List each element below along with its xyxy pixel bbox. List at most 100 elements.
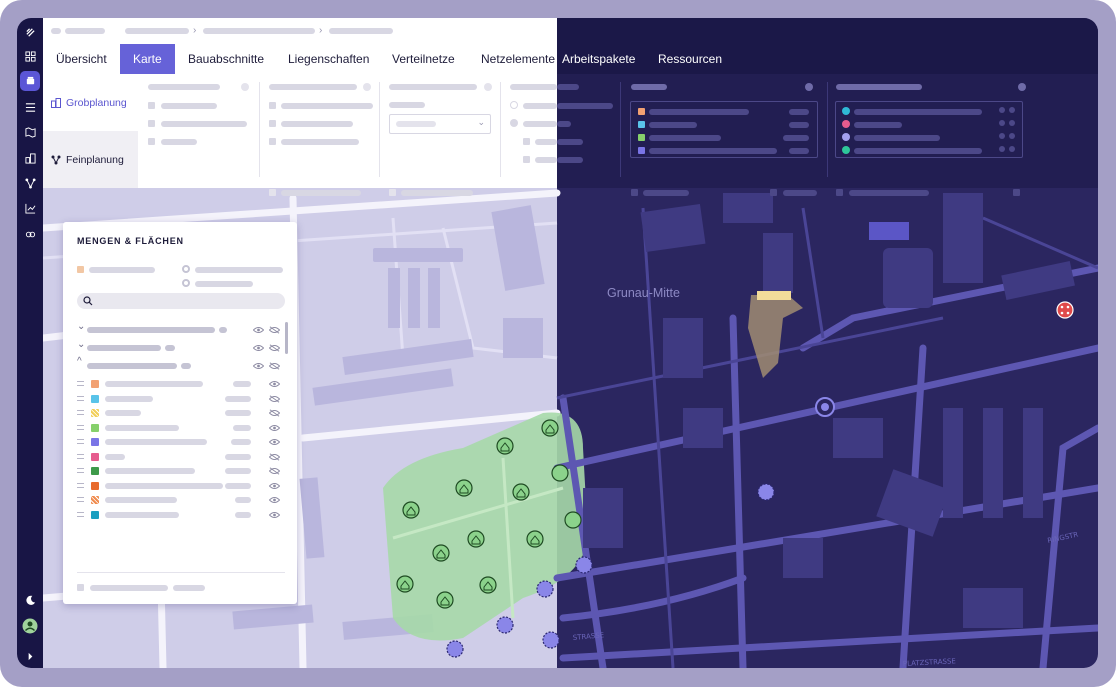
add-icon[interactable] — [1013, 189, 1020, 196]
panel-option[interactable] — [90, 585, 168, 591]
logo-icon[interactable] — [20, 22, 40, 42]
drag-handle-icon[interactable] — [77, 482, 84, 488]
ribbon-option-dark[interactable] — [557, 157, 583, 163]
layer-row[interactable] — [77, 479, 291, 493]
panel-checkbox[interactable] — [77, 266, 84, 273]
panel-scrollbar[interactable] — [285, 322, 288, 354]
panel-checkbox[interactable] — [77, 584, 84, 591]
tab-liegenschaften[interactable]: Liegenschaften — [288, 44, 369, 74]
ribbon-option[interactable] — [161, 103, 217, 109]
moon-icon[interactable] — [20, 590, 40, 610]
eye-icon[interactable] — [269, 380, 280, 388]
layer-row[interactable] — [77, 464, 291, 478]
ribbon-tool-icon[interactable] — [148, 138, 155, 145]
drag-handle-icon[interactable] — [77, 395, 84, 401]
ribbon-option[interactable] — [401, 190, 473, 196]
breadcrumb-item[interactable] — [203, 28, 315, 34]
ribbon-option[interactable] — [643, 190, 689, 196]
avatar-icon[interactable] — [20, 616, 40, 636]
ribbon-option[interactable] — [161, 121, 247, 127]
ribbon-select[interactable]: ⌄ — [389, 114, 491, 134]
ribbon-info-icon[interactable] — [241, 83, 249, 91]
eye-icon[interactable] — [253, 344, 264, 352]
drag-handle-icon[interactable] — [77, 439, 84, 444]
ribbon-option[interactable] — [523, 103, 557, 109]
ribbon-option[interactable] — [849, 190, 929, 196]
ribbon-info-icon[interactable] — [363, 83, 371, 91]
eye-icon[interactable] — [269, 424, 280, 432]
eye-off-icon[interactable] — [269, 326, 280, 334]
ribbon-option-dark[interactable] — [557, 139, 583, 145]
breadcrumb-item[interactable] — [329, 28, 393, 34]
eye-icon[interactable] — [269, 496, 280, 504]
buildings-icon[interactable] — [20, 148, 40, 168]
layer-row[interactable] — [77, 406, 291, 420]
ribbon-option-dark[interactable] — [557, 103, 613, 109]
ribbon-info-icon[interactable] — [805, 83, 813, 91]
breadcrumb-project[interactable] — [65, 28, 105, 34]
breadcrumb-item[interactable] — [125, 28, 189, 34]
map-icon[interactable] — [20, 122, 40, 142]
list-icon[interactable] — [20, 97, 40, 117]
ribbon-tool-icon[interactable] — [631, 189, 638, 196]
ribbon-checkbox[interactable] — [269, 138, 276, 145]
drag-handle-icon[interactable] — [77, 497, 84, 502]
ribbon-tool-icon[interactable] — [836, 189, 843, 196]
ribbon-option[interactable] — [161, 139, 197, 145]
layer-row[interactable] — [77, 377, 291, 391]
tab-verteilnetze[interactable]: Verteilnetze — [392, 44, 455, 74]
tab-uebersicht[interactable]: Übersicht — [56, 44, 107, 74]
ribbon-option[interactable] — [281, 103, 373, 109]
group-row[interactable]: ⌄ — [77, 321, 291, 337]
drag-handle-icon[interactable] — [77, 381, 84, 386]
ribbon-option[interactable] — [535, 157, 557, 163]
panel-option[interactable] — [195, 267, 283, 273]
panel-option[interactable] — [89, 267, 155, 273]
ribbon-info-icon[interactable] — [484, 83, 492, 91]
drag-handle-icon[interactable] — [77, 410, 84, 415]
add-icon[interactable] — [770, 189, 777, 196]
eye-icon[interactable] — [253, 326, 264, 334]
ribbon-option[interactable] — [783, 190, 817, 196]
ribbon-option[interactable] — [535, 139, 557, 145]
tab-arbeitspakete[interactable]: Arbeitspakete — [562, 44, 635, 74]
drag-handle-icon[interactable] — [77, 511, 84, 517]
ribbon-tool-icon[interactable] — [269, 102, 276, 109]
ribbon-checkbox[interactable] — [269, 120, 276, 127]
ribbon-option[interactable] — [281, 190, 361, 196]
panel-radio[interactable] — [182, 279, 190, 287]
network-icon[interactable] — [20, 173, 40, 193]
ribbon-checkbox[interactable] — [523, 138, 530, 145]
drag-handle-icon[interactable] — [77, 424, 84, 430]
eye-off-icon[interactable] — [269, 467, 280, 475]
eye-icon[interactable] — [253, 362, 264, 370]
ribbon-info-icon[interactable] — [1018, 83, 1026, 91]
layer-row[interactable] — [77, 508, 291, 522]
ribbon-checkbox[interactable] — [523, 156, 530, 163]
layer-row[interactable] — [77, 493, 291, 507]
eye-off-icon[interactable] — [269, 409, 280, 417]
group-row[interactable]: ^ — [77, 356, 291, 373]
ribbon-checkbox[interactable] — [389, 189, 396, 196]
eye-icon[interactable] — [269, 482, 280, 490]
panel-option[interactable] — [173, 585, 205, 591]
eye-off-icon[interactable] — [269, 452, 280, 461]
tab-ressourcen[interactable]: Ressourcen — [658, 44, 722, 74]
ribbon-tool-icon[interactable] — [269, 189, 276, 196]
tab-netzelemente[interactable]: Netzelemente — [481, 44, 555, 74]
ribbon-option[interactable] — [523, 121, 557, 127]
eye-off-icon[interactable] — [269, 362, 280, 370]
ribbon-radio[interactable] — [510, 101, 518, 109]
chart-icon[interactable] — [20, 198, 40, 218]
ribbon-option[interactable] — [281, 121, 353, 127]
ribbon-tool-icon[interactable] — [148, 102, 155, 109]
ribbon-checkbox[interactable] — [148, 120, 155, 127]
drag-handle-icon[interactable] — [77, 453, 84, 459]
layer-row[interactable] — [77, 450, 291, 464]
tab-karte[interactable]: Karte — [120, 44, 175, 74]
layer-row[interactable] — [77, 435, 291, 449]
subnav-feinplanung[interactable]: Feinplanung — [43, 131, 138, 188]
ribbon-option[interactable] — [281, 139, 359, 145]
subnav-grobplanung[interactable]: Grobplanung — [43, 74, 138, 131]
grid-icon[interactable] — [20, 46, 40, 66]
